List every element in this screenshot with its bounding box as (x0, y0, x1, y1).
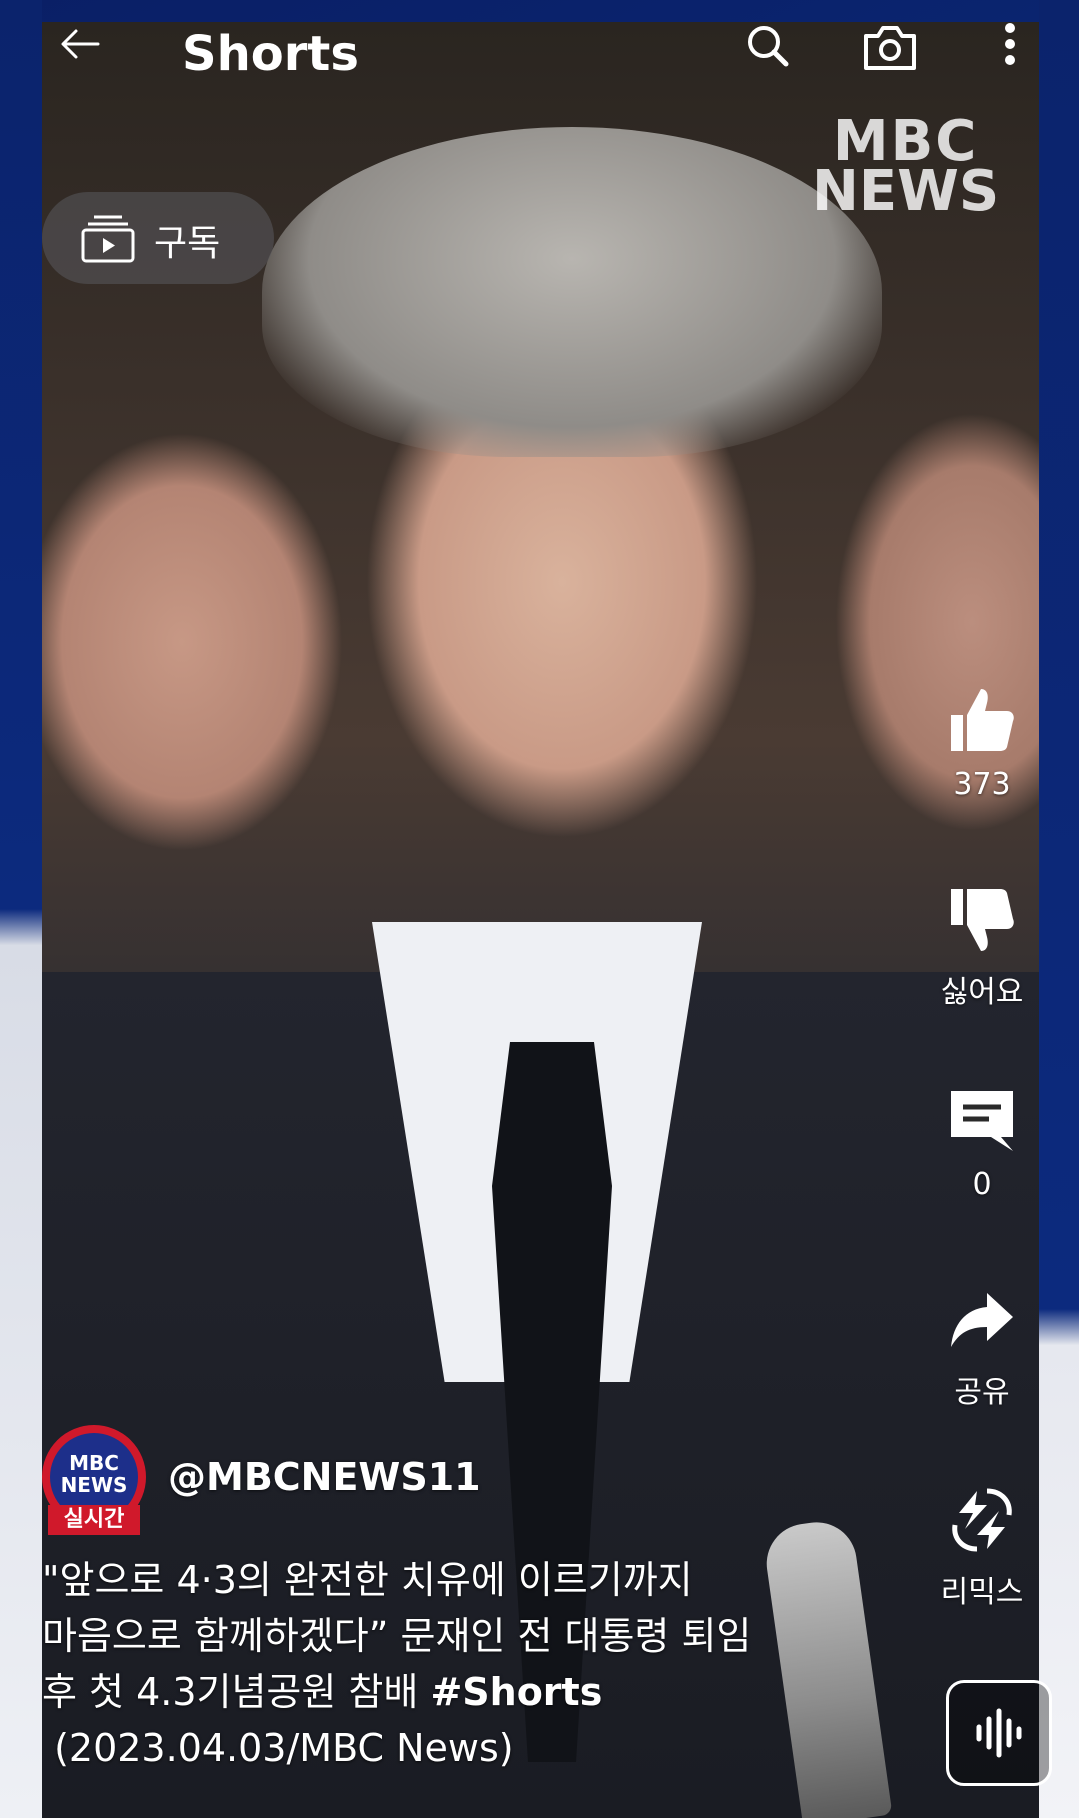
like-count: 373 (953, 767, 1011, 802)
search-button[interactable] (740, 22, 800, 82)
share-button[interactable]: 공유 (917, 1285, 1047, 1411)
camera-icon (864, 26, 916, 70)
page-title: Shorts (182, 26, 359, 82)
camera-button[interactable] (860, 22, 920, 82)
remix-icon (952, 1488, 1012, 1552)
channel-avatar[interactable]: MBC NEWS 실시간 (42, 1425, 146, 1535)
more-options-button[interactable] (990, 22, 1030, 82)
channel-handle[interactable]: @MBCNEWS11 (168, 1455, 481, 1499)
search-icon (748, 26, 789, 67)
thumb-up-icon (951, 689, 1014, 751)
sound-wave-icon (976, 1708, 1022, 1758)
dislike-button[interactable]: 싫어요 (917, 885, 1047, 1011)
sound-button[interactable] (946, 1680, 1052, 1786)
subscribe-button[interactable]: 구독 (42, 192, 274, 284)
arrow-left-icon (61, 29, 100, 59)
remix-button[interactable]: 리믹스 (917, 1485, 1047, 1611)
remix-label: 리믹스 (940, 1575, 1024, 1610)
subscriptions-icon (81, 215, 135, 263)
left-frame (0, 0, 42, 1818)
avatar-logo-line-1: MBC (69, 1451, 119, 1475)
caption-line-3-text: 후 첫 4.3기념공원 참배 (42, 1670, 431, 1714)
comment-count: 0 (972, 1167, 992, 1202)
comment-icon (951, 1091, 1013, 1151)
more-vertical-icon (1005, 23, 1015, 65)
share-label: 공유 (954, 1375, 1010, 1410)
watermark-line-2: NEWS (812, 159, 1000, 225)
dislike-label: 싫어요 (940, 975, 1024, 1010)
avatar-logo-line-2: NEWS (60, 1473, 128, 1497)
mbc-news-watermark: MBC NEWS (812, 113, 1000, 225)
share-icon (951, 1293, 1013, 1347)
like-button[interactable]: 373 (917, 685, 1047, 802)
live-badge: 실시간 (48, 1505, 140, 1535)
back-button[interactable] (50, 22, 110, 82)
caption-line-1: "앞으로 4·3의 완전한 치유에 이르기까지 (42, 1558, 693, 1602)
caption-line-4: (2023.04.03/MBC News) (42, 1726, 514, 1770)
video-player[interactable]: MBC NEWS (42, 22, 1039, 1818)
video-caption[interactable]: "앞으로 4·3의 완전한 치유에 이르기까지 마음으로 함께하겠다” 문재인 … (42, 1552, 862, 1776)
comments-button[interactable]: 0 (917, 1085, 1047, 1202)
caption-hashtag[interactable]: #Shorts (430, 1670, 602, 1714)
caption-line-3: 후 첫 4.3기념공원 참배 #Shorts (42, 1664, 862, 1720)
thumb-down-icon (951, 889, 1014, 951)
top-bar: Shorts (42, 22, 1039, 92)
subscribe-label: 구독 (154, 223, 221, 264)
caption-line-2: 마음으로 함께하겠다” 문재인 전 대통령 퇴임 (42, 1614, 752, 1658)
video-subject-hair (262, 127, 882, 457)
